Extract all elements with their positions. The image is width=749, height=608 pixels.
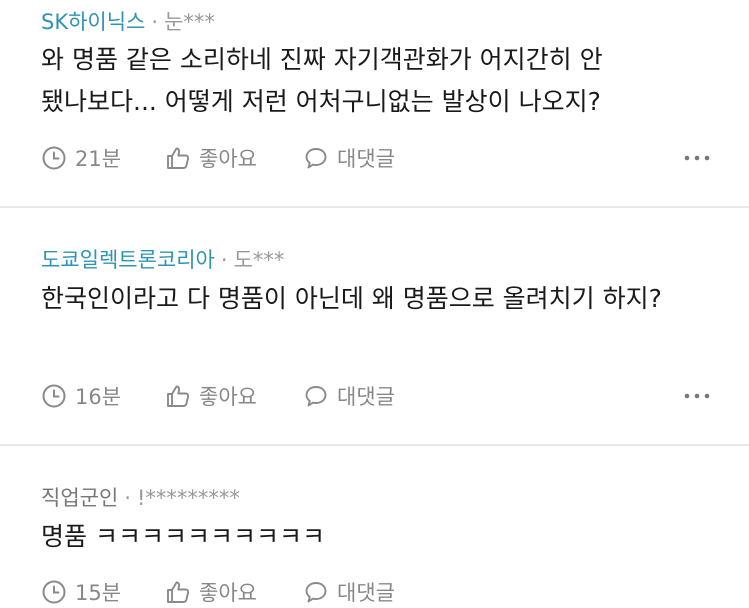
more-options-button[interactable] [683, 142, 711, 174]
timestamp: 15분 [41, 576, 121, 608]
speech-bubble-icon [305, 148, 327, 169]
like-label: 좋아요 [199, 581, 257, 605]
clock-icon [42, 580, 66, 604]
comment-meta: 도쿄일렉트론코리아 · 도*** [41, 244, 284, 274]
reply-button[interactable]: 대댓글 [303, 142, 395, 174]
reply-label: 대댓글 [337, 385, 395, 409]
like-label: 좋아요 [199, 385, 257, 409]
comment-text: 한국인이라고 다 명품이 아닌데 왜 명품으로 올려치기 하지? [41, 284, 662, 313]
reply-label: 대댓글 [337, 147, 395, 171]
like-label: 좋아요 [199, 147, 257, 171]
clock-icon [42, 146, 66, 170]
comment-text: 와 명품 같은 소리하네 진짜 자기객관화가 어지간히 안 됐나보다... 어떻… [41, 45, 603, 116]
comment-actions: 15분 좋아요 대댓글 [41, 576, 711, 608]
comment-author[interactable]: SK하이닉스 [41, 10, 145, 34]
more-dots-icon [684, 393, 710, 399]
comment-text: 명품 ㅋㅋㅋㅋㅋㅋㅋㅋㅋㅋ [41, 522, 325, 551]
masked-username: 눈*** [164, 10, 215, 34]
like-button[interactable]: 좋아요 [165, 142, 257, 174]
speech-bubble-icon [305, 386, 327, 407]
reply-button[interactable]: 대댓글 [303, 380, 395, 412]
comment-author[interactable]: 도쿄일렉트론코리아 [41, 248, 215, 272]
timestamp: 21분 [41, 142, 121, 174]
timestamp-text: 21분 [75, 147, 122, 171]
timestamp: 16분 [41, 380, 121, 412]
masked-username: !********* [136, 486, 240, 510]
comment-item: 도쿄일렉트론코리아 · 도*** 한국인이라고 다 명품이 아닌데 왜 명품으로 올… [0, 208, 749, 444]
reply-label: 대댓글 [337, 581, 395, 605]
meta-separator: · [124, 486, 131, 510]
comment-meta: SK하이닉스 · 눈*** [41, 6, 215, 36]
comment-author[interactable]: 직업군인 [41, 486, 118, 510]
comment-actions: 16분 좋아요 대댓글 [41, 380, 711, 412]
more-options-button[interactable] [683, 380, 711, 412]
like-button[interactable]: 좋아요 [165, 576, 257, 608]
comment-item: 직업군인 · !********* 명품 ㅋㅋㅋㅋㅋㅋㅋㅋㅋㅋ 15분 좋아요 대댓… [0, 446, 749, 605]
masked-username: 도*** [233, 248, 285, 272]
comment-item: SK하이닉스 · 눈*** 와 명품 같은 소리하네 진짜 자기객관화가 어지간히 … [0, 0, 749, 206]
like-button[interactable]: 좋아요 [165, 380, 257, 412]
speech-bubble-icon [305, 582, 327, 603]
comment-actions: 21분 좋아요 대댓글 [41, 142, 711, 174]
thumbs-up-icon [167, 385, 190, 407]
more-dots-icon [684, 155, 710, 161]
comment-meta: 직업군인 · !********* [41, 482, 240, 512]
meta-separator: · [151, 10, 159, 34]
thumbs-up-icon [167, 581, 190, 603]
clock-icon [42, 384, 66, 408]
timestamp-text: 15분 [75, 581, 122, 605]
reply-button[interactable]: 대댓글 [303, 576, 395, 608]
timestamp-text: 16분 [75, 385, 122, 409]
meta-separator: · [220, 248, 228, 272]
thumbs-up-icon [167, 147, 190, 169]
